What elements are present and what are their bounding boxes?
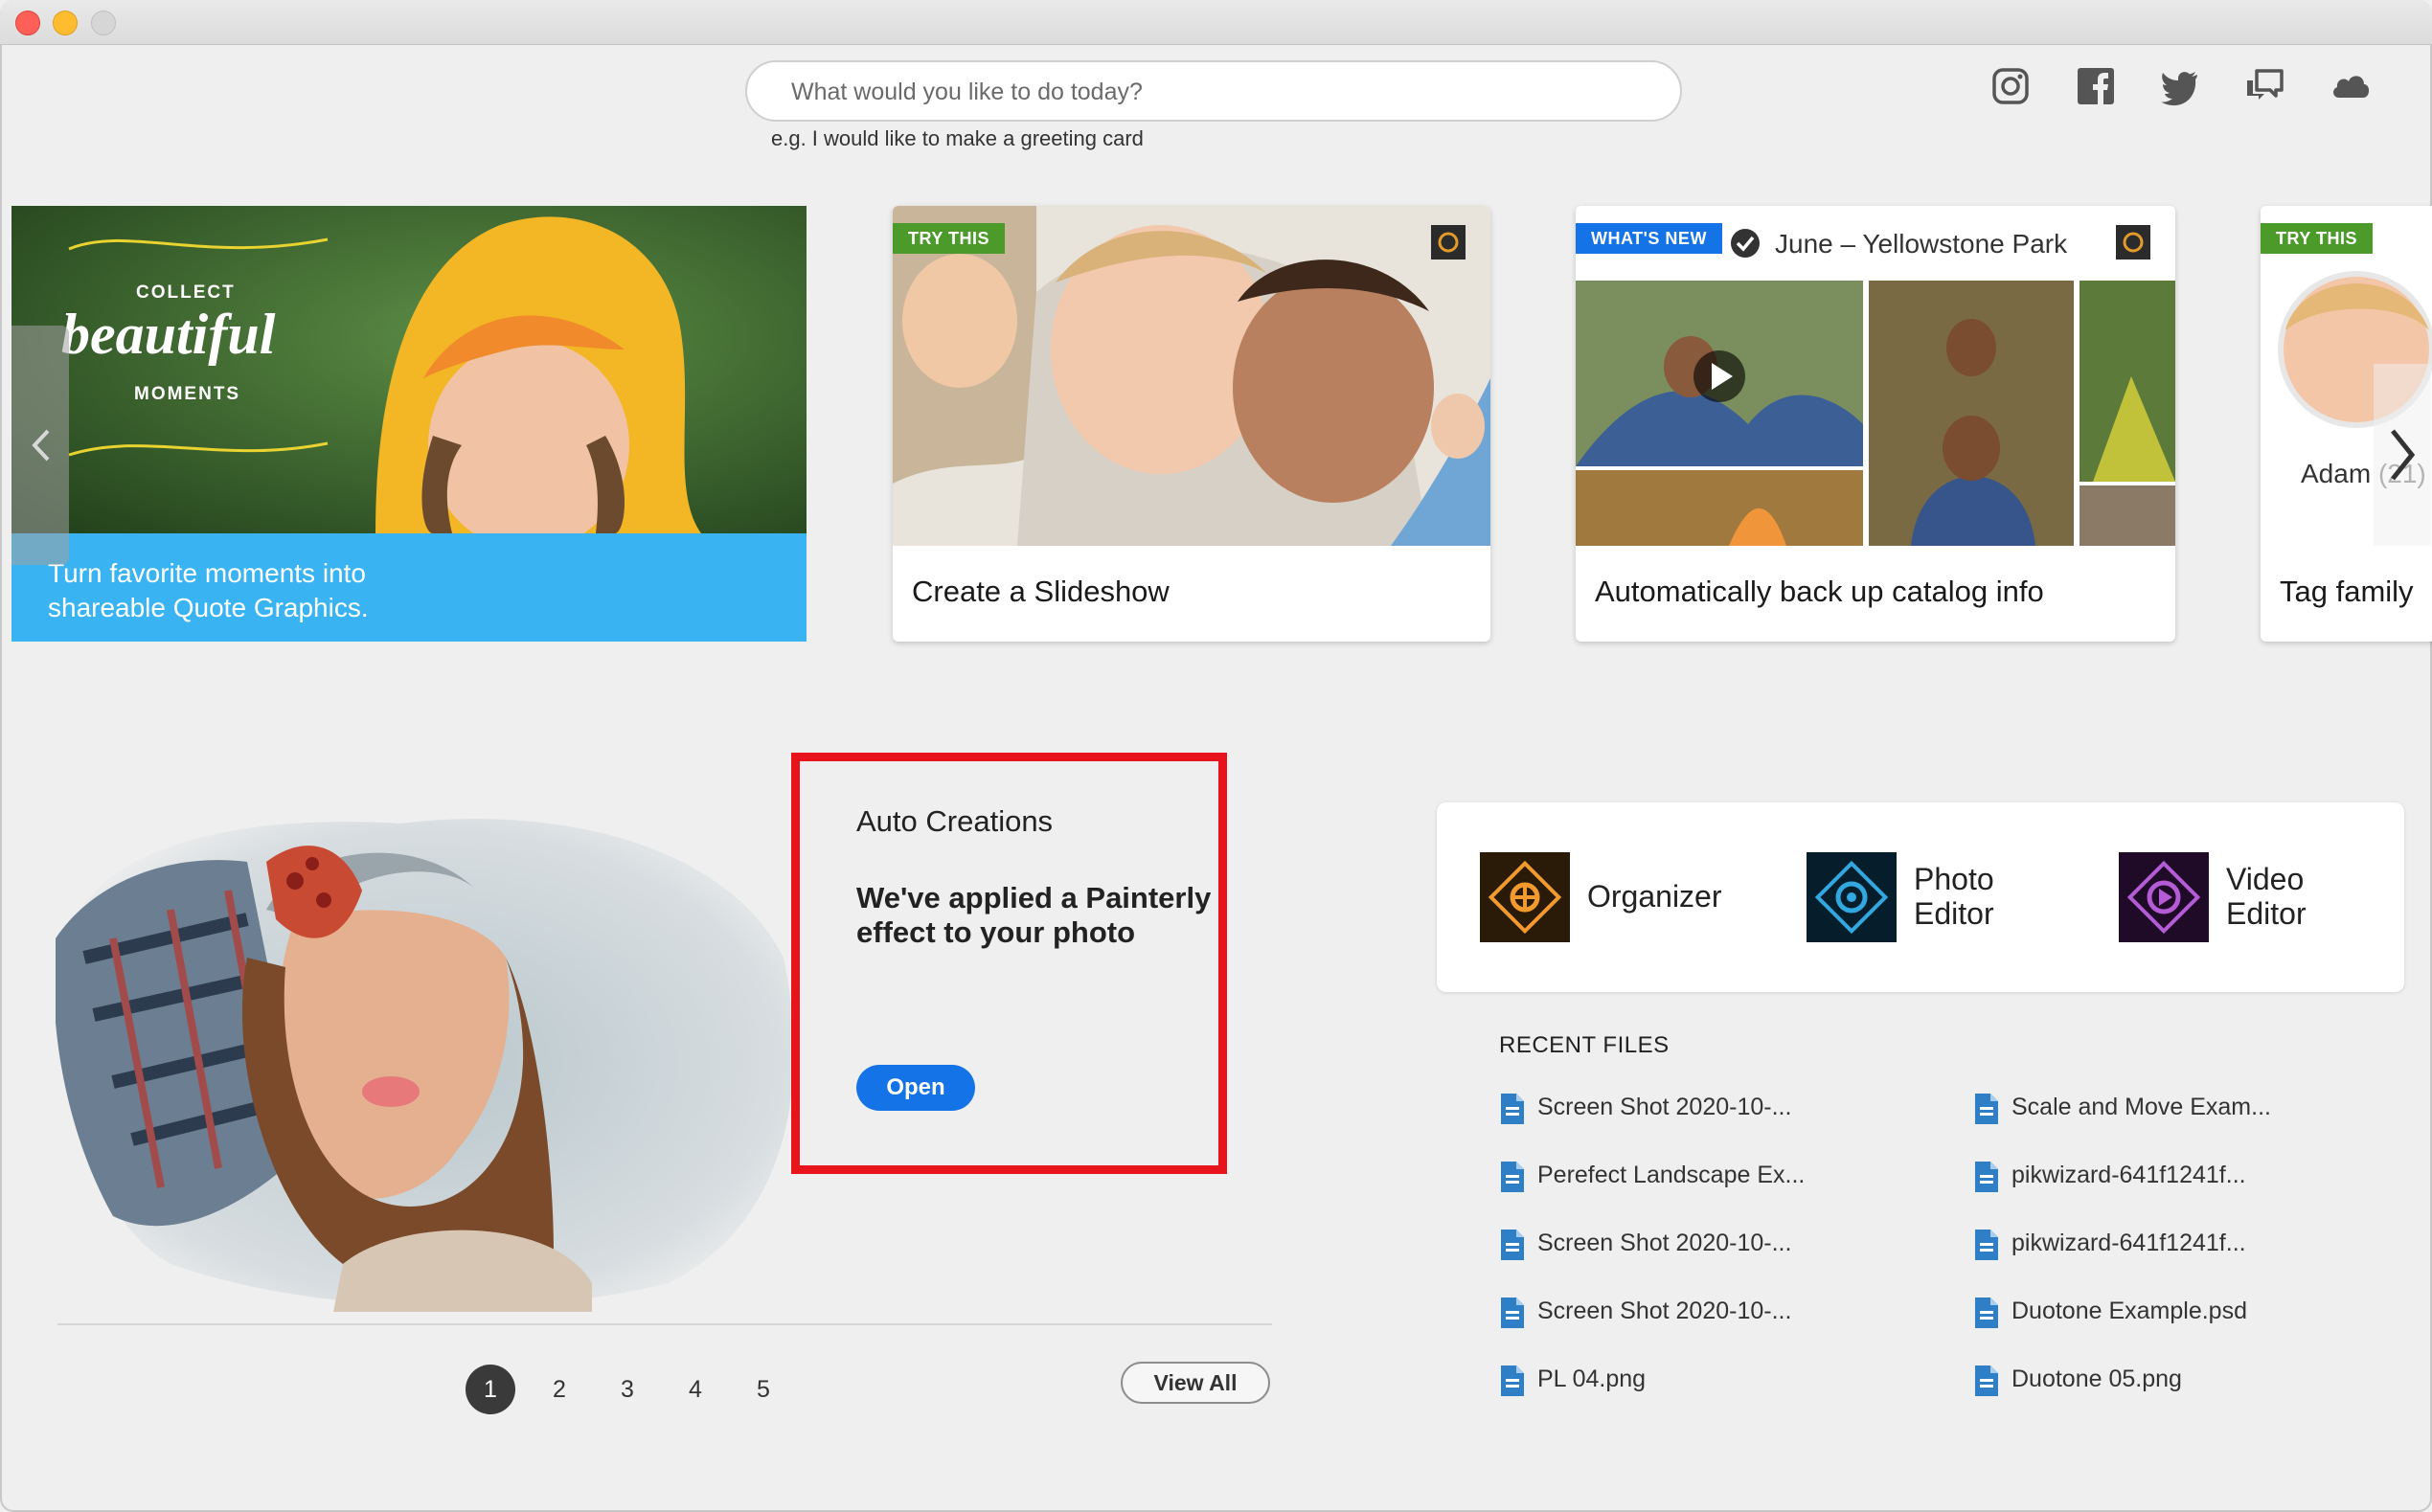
slideshow-photo	[893, 206, 1490, 546]
file-icon	[1501, 1365, 1524, 1396]
check-circle-icon	[1731, 229, 1760, 258]
minimize-window-button[interactable]	[53, 11, 78, 35]
chevron-left-icon	[32, 429, 50, 462]
carousel-next-button[interactable]	[2374, 364, 2431, 546]
slideshow-caption: Create a Slideshow	[912, 575, 1170, 608]
app-window: e.g. I would like to make a greeting car…	[0, 0, 2432, 1512]
twitter-icon[interactable]	[2159, 65, 2201, 107]
video-editor-icon	[2119, 852, 2209, 942]
hero-caption-line2: shareable Quote Graphics.	[48, 593, 369, 622]
close-window-button[interactable]	[15, 11, 40, 35]
video-editor-label: Video Editor	[2226, 862, 2307, 931]
search-box[interactable]	[745, 60, 1682, 122]
try-this-tag: TRY THIS	[2261, 223, 2374, 254]
hero-caption-line1: Turn favorite moments into	[48, 558, 366, 588]
backup-caption: Automatically back up catalog info	[1595, 575, 2044, 608]
facebook-icon[interactable]	[2075, 65, 2117, 107]
photo-editor-app-button[interactable]: Photo Editor	[1807, 852, 2094, 942]
auto-creations-message: We've applied a Painterly effect to your…	[856, 881, 1212, 949]
photo-editor-label: Photo Editor	[1914, 862, 1994, 931]
carousel-prev-button[interactable]	[11, 326, 69, 565]
section-divider	[57, 1323, 1272, 1325]
page-3-button[interactable]: 3	[602, 1365, 652, 1414]
auto-creations-title: Auto Creations	[856, 804, 1054, 838]
apps-panel: Organizer Photo Editor Video Editor	[1437, 802, 2404, 992]
page-2-button[interactable]: 2	[534, 1365, 584, 1414]
open-button[interactable]: Open	[856, 1065, 975, 1111]
view-all-button[interactable]: View All	[1121, 1362, 1270, 1404]
title-bar	[0, 0, 2432, 45]
zoom-window-button[interactable]	[91, 11, 116, 35]
community-icon[interactable]	[2243, 65, 2285, 107]
recent-files-heading: RECENT FILES	[1499, 1032, 1670, 1058]
file-icon	[1501, 1230, 1524, 1260]
quote-graphics-card[interactable]: COLLECT beautiful MOMENTS Turn favorite …	[11, 206, 807, 642]
painterly-photo	[56, 819, 793, 1312]
page-1-button[interactable]: 1	[466, 1365, 515, 1414]
organizer-app-button[interactable]: Organizer	[1480, 852, 1767, 942]
album-photo-grid	[1576, 281, 2175, 546]
page-4-button[interactable]: 4	[671, 1365, 720, 1414]
file-icon	[1501, 1298, 1524, 1328]
search-input[interactable]	[789, 74, 1636, 110]
file-icon	[1501, 1162, 1524, 1192]
video-editor-app-button[interactable]: Video Editor	[2119, 852, 2387, 942]
photo-editor-icon	[1807, 852, 1897, 942]
cloud-icon[interactable]	[2330, 65, 2372, 107]
organizer-badge-icon	[1431, 225, 1466, 260]
album-title: June – Yellowstone Park	[1775, 229, 2068, 259]
instagram-icon[interactable]	[1989, 65, 2032, 107]
tag-family-caption: Tag family	[2280, 575, 2414, 608]
whats-new-tag: WHAT'S NEW	[1576, 223, 1722, 254]
try-this-tag: TRY THIS	[893, 223, 1006, 254]
organizer-icon	[1480, 852, 1570, 942]
file-icon	[1975, 1230, 1998, 1260]
file-icon	[1975, 1094, 1998, 1124]
organizer-label: Organizer	[1587, 879, 1722, 914]
file-icon	[1975, 1365, 1998, 1396]
file-icon	[1975, 1298, 1998, 1328]
file-icon	[1975, 1162, 1998, 1192]
hero-art-lines	[68, 237, 329, 457]
slideshow-card[interactable]: TRY THIS Create a Slideshow	[893, 206, 1490, 642]
organizer-badge-icon	[2116, 225, 2150, 260]
file-icon	[1501, 1094, 1524, 1124]
hero-caption-band: Turn favorite moments into shareable Quo…	[11, 533, 807, 642]
page-5-button[interactable]: 5	[739, 1365, 788, 1414]
search-hint: e.g. I would like to make a greeting car…	[771, 126, 1144, 150]
backup-catalog-card[interactable]: WHAT'S NEW June – Yellowstone Park Autom…	[1576, 206, 2175, 642]
